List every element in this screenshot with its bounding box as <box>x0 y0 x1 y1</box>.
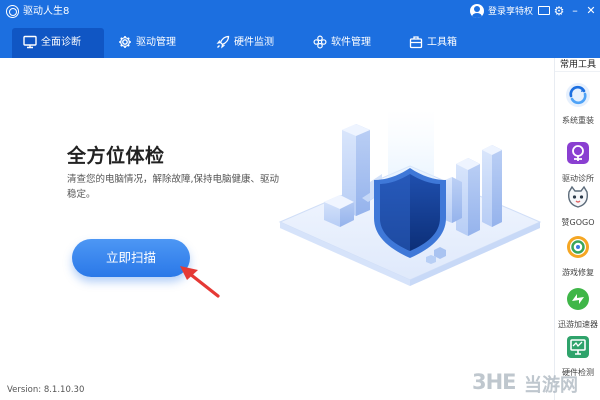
tool-zan-gogo[interactable]: 赞GOGO <box>555 184 600 238</box>
app-logo-icon <box>6 5 19 18</box>
system-reinstall-icon <box>566 83 590 107</box>
tool-xunyou-accelerator[interactable]: 迅游加速器 <box>555 286 600 340</box>
tab-hardware-monitor[interactable]: 硬件监测 <box>216 28 296 58</box>
version-label: Version: 8.1.10.30 <box>7 385 85 395</box>
security-city-illustration <box>278 110 542 286</box>
minimize-button[interactable]: – <box>567 3 583 19</box>
page-title: 全方位体检 <box>67 145 165 167</box>
title-bar: 驱动人生8 登录享特权 ⚙ – ✕ <box>0 0 600 24</box>
tool-game-repair[interactable]: 游戏修复 <box>555 234 600 288</box>
site-watermark: 3HE 当游网 <box>472 368 596 396</box>
tab-software-management[interactable]: 软件管理 <box>313 28 393 58</box>
page-description: 清查您的电脑情况，解除故障,保持电脑健康、驱动稳定。 <box>67 174 280 200</box>
tab-toolbox[interactable]: 工具箱 <box>409 28 479 58</box>
login-link[interactable]: 登录享特权 <box>488 5 533 19</box>
user-avatar-icon[interactable] <box>470 4 484 18</box>
app-title: 驱动人生8 <box>23 6 70 17</box>
close-button[interactable]: ✕ <box>583 3 599 19</box>
toolbox-icon <box>409 36 423 49</box>
main-nav: 全面诊断 驱动管理 硬件监测 软件管理 工具箱 <box>0 24 600 58</box>
red-arrow-annotation-icon <box>180 266 220 298</box>
tab-full-diagnosis[interactable]: 全面诊断 <box>12 28 104 58</box>
settings-gear-icon[interactable]: ⚙ <box>551 3 567 19</box>
common-tools-panel: 常用工具 系统重装 驱动诊所 赞GOGO 游戏修复 迅游加速器 硬件检测 <box>554 58 600 400</box>
rocket-icon <box>216 35 230 49</box>
hardware-check-icon <box>567 336 589 358</box>
xunyou-accelerator-icon <box>567 288 589 310</box>
monitor-icon <box>23 35 37 49</box>
watermark-logo: 3HE <box>472 370 517 394</box>
scan-now-button[interactable]: 立即扫描 <box>72 239 190 277</box>
tab-driver-management[interactable]: 驱动管理 <box>118 28 198 58</box>
tool-system-reinstall[interactable]: 系统重装 <box>555 82 600 136</box>
driver-clinic-icon <box>567 142 589 164</box>
game-repair-icon <box>567 236 589 258</box>
message-icon[interactable] <box>536 3 552 19</box>
watermark-text: 当游网 <box>524 375 578 396</box>
zan-gogo-icon <box>568 185 588 208</box>
tools-panel-title: 常用工具 <box>555 58 600 72</box>
flower-icon <box>313 35 327 49</box>
gear-icon <box>119 36 131 48</box>
